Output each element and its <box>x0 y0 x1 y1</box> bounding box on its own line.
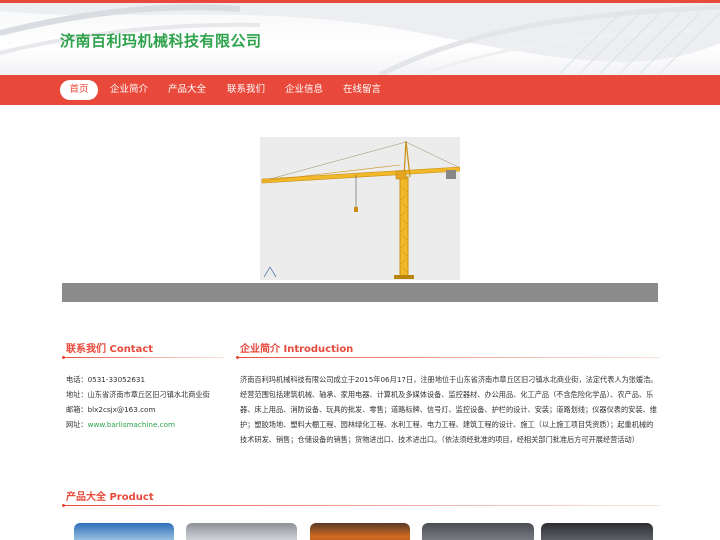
products-section-title: 产品大全 Product <box>66 492 154 503</box>
phone-label: 电话： <box>66 375 88 384</box>
tower-crane-image <box>260 137 461 280</box>
nav-item-company-info[interactable]: 企业信息 <box>279 80 329 100</box>
contact-address: 地址：山东省济南市章丘区旧刁镇水北商业街 <box>66 390 210 400</box>
product-thumbnail-2[interactable] <box>186 523 297 540</box>
main-nav: 首页 企业简介 产品大全 联系我们 企业信息 在线留言 <box>0 75 720 105</box>
contact-email: 邮箱：blx2csjx@163.com <box>66 405 155 415</box>
contact-section-title: 联系我们 Contact <box>66 344 154 355</box>
contact-section-divider <box>62 356 224 359</box>
email-value: blx2csjx@163.com <box>87 405 156 414</box>
address-value: 山东省济南市章丘区旧刁镇水北商业街 <box>87 390 210 399</box>
intro-section-title: 企业简介 Introduction <box>240 344 354 355</box>
nav-item-home[interactable]: 首页 <box>60 80 98 100</box>
products-section-divider <box>62 504 660 507</box>
product-thumbnail-1[interactable] <box>74 523 174 540</box>
website-link[interactable]: www.barlismachine.com <box>88 420 175 429</box>
product-thumbnail-4[interactable] <box>422 523 534 540</box>
banner-image <box>260 137 461 280</box>
site-header: 济南百利玛机械科技有限公司 <box>0 3 720 75</box>
website-label: 网址： <box>66 420 88 429</box>
contact-phone: 电话：0531-33052631 <box>66 375 145 385</box>
product-thumbnail-5[interactable] <box>541 523 653 540</box>
contact-website: 网址：www.barlismachine.com <box>66 420 175 430</box>
nav-item-contact[interactable]: 联系我们 <box>221 80 271 100</box>
nav-item-about[interactable]: 企业简介 <box>104 80 154 100</box>
site-title[interactable]: 济南百利玛机械科技有限公司 <box>60 30 262 51</box>
intro-text: 济南百利玛机械科技有限公司成立于2015年06月17日，注册地位于山东省济南市章… <box>240 375 658 444</box>
banner-slider-bar <box>62 283 658 302</box>
nav-item-message[interactable]: 在线留言 <box>337 80 387 100</box>
intro-section-divider <box>236 356 660 359</box>
product-thumbnail-3[interactable] <box>310 523 410 540</box>
address-label: 地址： <box>66 390 88 399</box>
email-label: 邮箱： <box>66 405 88 414</box>
phone-value: 0531-33052631 <box>87 375 146 384</box>
nav-item-products[interactable]: 产品大全 <box>162 80 212 100</box>
